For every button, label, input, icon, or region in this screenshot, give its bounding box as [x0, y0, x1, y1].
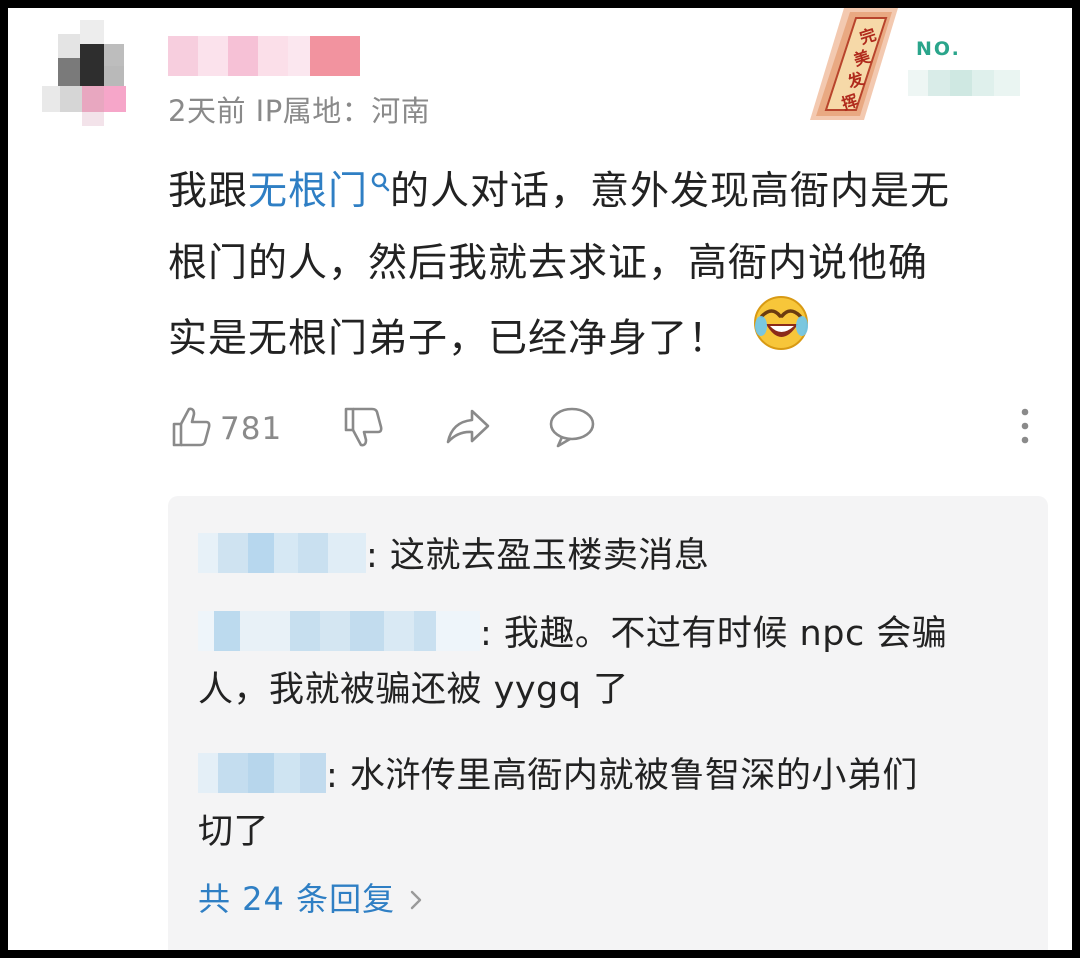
like-count: 781 [220, 411, 283, 447]
laughing-crying-emoji-icon [752, 294, 810, 376]
replies-panel: : 这就去盈玉楼卖消息 : 我趣。不过有时候 npc 会骗 人，我就被骗还被 y… [168, 496, 1048, 950]
speech-bubble-icon [548, 404, 596, 454]
reply-item[interactable]: : 我趣。不过有时候 npc 会骗 人，我就被骗还被 yygq 了 [198, 606, 1018, 718]
comment-content: 我跟无根门 的人对话，意外发现高衙内是无 根门的人，然后我就去求证，高衙内说他确 … [168, 156, 1058, 372]
more-vertical-icon [1018, 404, 1032, 454]
content-text: 的人对话，意外发现高衙内是无 [390, 169, 951, 214]
avatar[interactable] [38, 20, 128, 128]
reply-text: 人，我就被骗还被 yygq 了 [198, 670, 629, 710]
reply-button[interactable] [548, 406, 596, 452]
thumbs-up-icon [168, 404, 214, 454]
reply-username-blurred[interactable] [198, 753, 326, 793]
search-icon[interactable] [368, 156, 390, 196]
share-arrow-icon [444, 404, 492, 454]
content-text: 我跟 [168, 169, 249, 214]
reply-text: 切了 [198, 812, 270, 852]
view-all-replies-link[interactable]: 共 24 条回复 [198, 874, 423, 920]
badge-tag: 完 美 发 挥 [804, 8, 908, 120]
like-button[interactable]: 781 [168, 406, 282, 452]
comment-meta: 2天前 IP属地：河南 [168, 94, 431, 128]
chevron-right-icon [409, 882, 423, 920]
username[interactable] [168, 36, 360, 76]
content-line-2: 根门的人，然后我就去求证，高衙内说他确 [168, 241, 929, 286]
content-line-1: 我跟无根门 的人对话，意外发现高衙内是无 [168, 156, 1058, 228]
reply-text: : 这就去盈玉楼卖消息 [366, 536, 710, 576]
keyword-link[interactable]: 无根门 [248, 169, 368, 214]
reply-username-blurred[interactable] [198, 533, 366, 573]
badge-number-blurred [908, 70, 1020, 96]
content-text: 实是无根门弟子，已经净身了！ [168, 316, 729, 362]
comment-card: 2天前 IP属地：河南 完 美 发 挥 NO. 我跟无根门 的人对话，意外发现高衙… [8, 8, 1072, 950]
content-line-3: 实是无根门弟子，已经净身了！ [168, 296, 1058, 372]
reply-item[interactable]: : 这就去盈玉楼卖消息 [198, 528, 1018, 584]
reply-text: : 我趣。不过有时候 npc 会骗 [480, 614, 948, 654]
share-button[interactable] [444, 406, 492, 452]
reply-username-blurred[interactable] [198, 611, 480, 651]
thumbs-down-icon [340, 404, 386, 454]
reply-item[interactable]: : 水浒传里高衙内就被鲁智深的小弟们 切了 [198, 748, 1018, 860]
reply-text: : 水浒传里高衙内就被鲁智深的小弟们 [326, 756, 918, 796]
action-bar: 781 [168, 406, 1048, 456]
more-options-button[interactable] [1018, 406, 1032, 452]
dislike-button[interactable] [340, 406, 386, 452]
badge-number-prefix: NO. [916, 38, 961, 60]
view-all-replies-label: 共 24 条回复 [198, 880, 396, 918]
